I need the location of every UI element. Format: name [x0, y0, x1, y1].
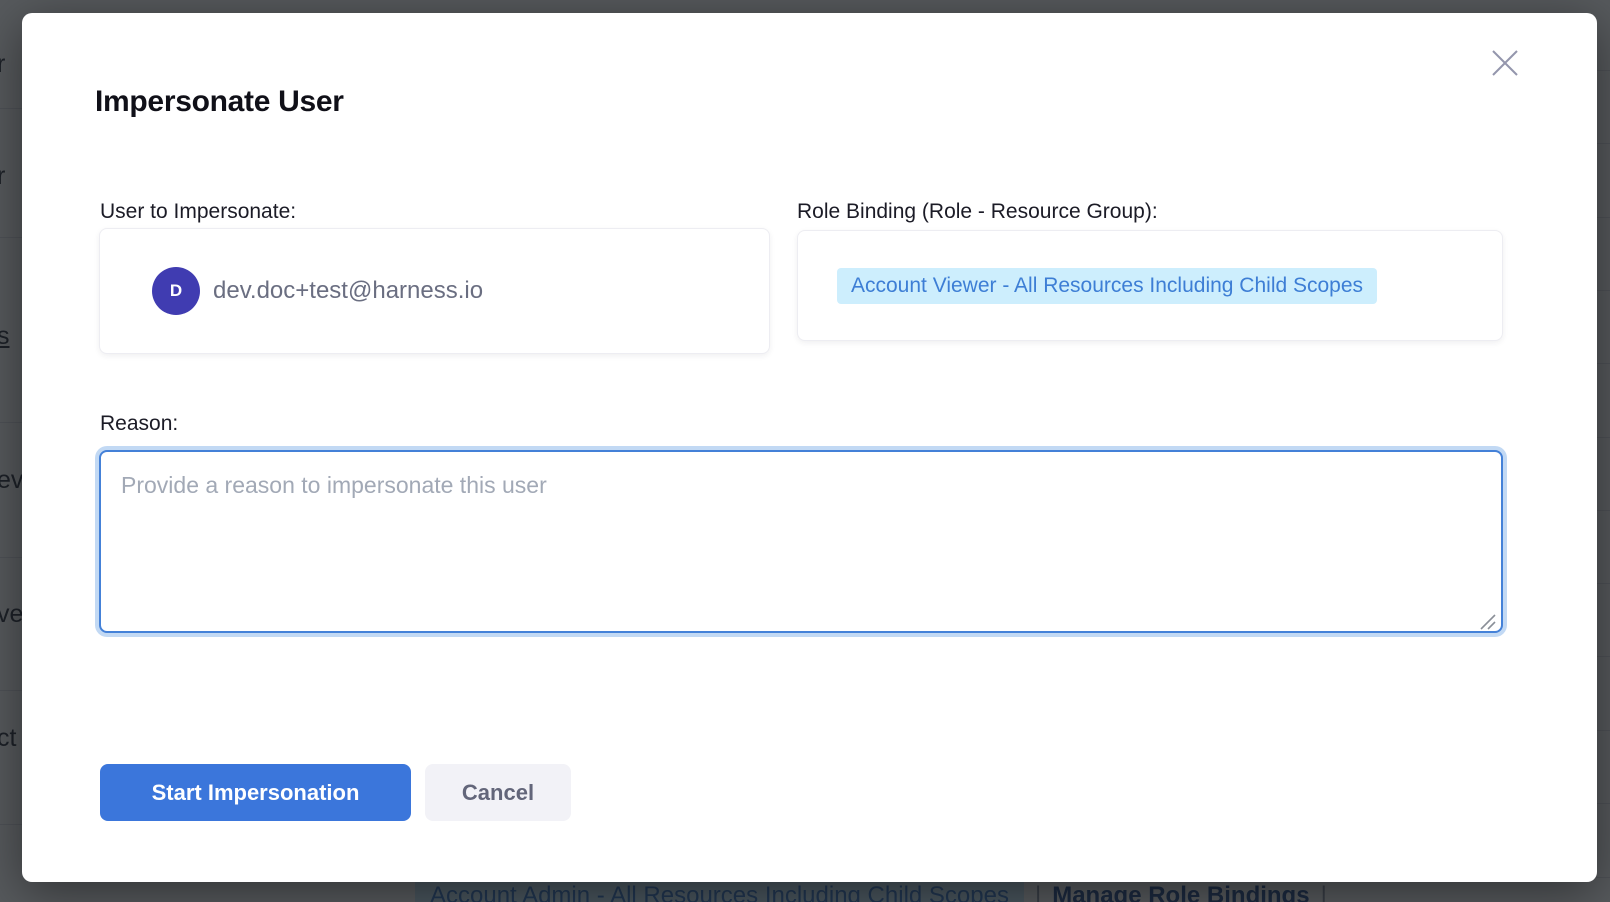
role-binding-label: Role Binding (Role - Resource Group): [797, 200, 1158, 224]
modal-actions: Start Impersonation Cancel [100, 764, 571, 821]
impersonate-user-modal: Impersonate User User to Impersonate: Ro… [22, 13, 1597, 882]
reason-input[interactable] [99, 450, 1503, 633]
cancel-button[interactable]: Cancel [425, 764, 571, 821]
start-impersonation-button[interactable]: Start Impersonation [100, 764, 411, 821]
avatar: D [152, 267, 200, 315]
close-icon[interactable] [1489, 47, 1521, 79]
user-card: D dev.doc+test@harness.io [99, 228, 770, 354]
role-binding-card: Account Viewer - All Resources Including… [797, 230, 1503, 341]
user-email: dev.doc+test@harness.io [213, 277, 483, 305]
user-to-impersonate-label: User to Impersonate: [100, 200, 296, 224]
page-title: Impersonate User [95, 85, 344, 119]
reason-label: Reason: [100, 412, 178, 436]
role-binding-chip[interactable]: Account Viewer - All Resources Including… [837, 268, 1377, 304]
